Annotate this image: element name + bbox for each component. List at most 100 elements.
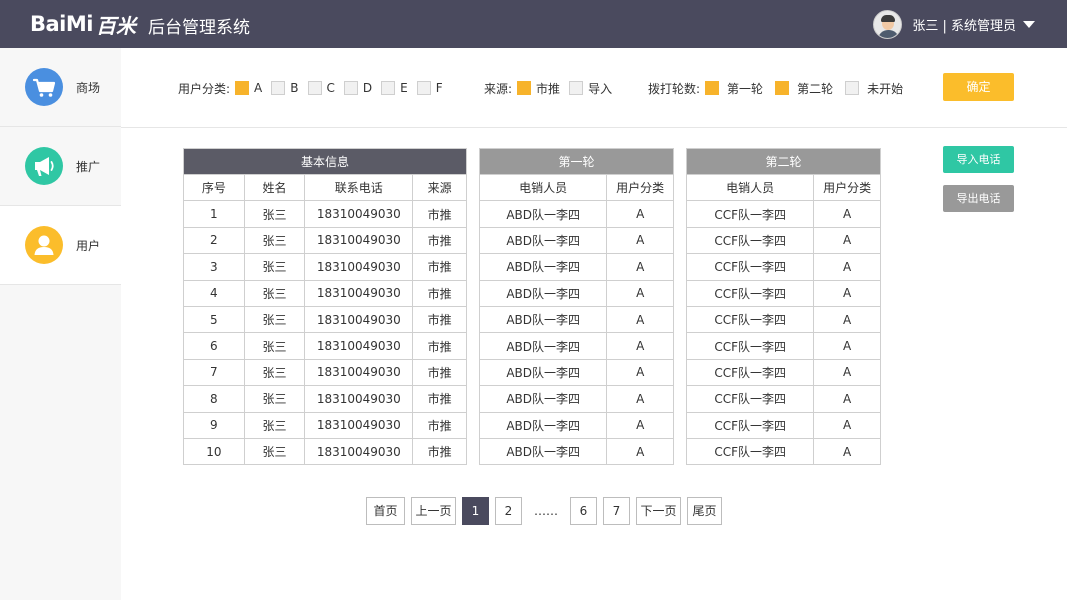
table-row[interactable]: 7 张三 18310049030 市推: [183, 358, 467, 387]
option-label: 第二轮: [797, 81, 834, 96]
category-option-d[interactable]: D: [343, 81, 373, 95]
round-option-second[interactable]: 第二轮: [775, 80, 833, 97]
table-row[interactable]: CCF队一李四 A: [685, 305, 881, 334]
table-cell: A: [606, 226, 674, 255]
table-row[interactable]: 8 张三 18310049030 市推: [183, 385, 467, 413]
next-page-button[interactable]: 下一页: [636, 497, 681, 525]
table-cell: 张三: [243, 305, 306, 334]
checkbox[interactable]: [416, 81, 431, 95]
table-row[interactable]: ABD队一李四 A: [478, 358, 674, 387]
table-row[interactable]: 6 张三 18310049030 市推: [183, 332, 467, 360]
user-menu[interactable]: 张三 | 系统管理员: [873, 9, 1035, 39]
table-cell: 1: [183, 200, 245, 228]
table-cell: 市推: [412, 358, 467, 387]
table-title: 第二轮: [686, 148, 881, 175]
table-cell: ABD队一李四: [478, 332, 608, 360]
checkbox[interactable]: [775, 81, 790, 95]
table-row[interactable]: ABD队一李四 A: [478, 279, 674, 307]
sidebar-item-mall[interactable]: 商场: [0, 48, 121, 127]
first-page-button[interactable]: 首页: [366, 497, 405, 525]
table-row[interactable]: CCF队一李四 A: [685, 200, 881, 228]
category-option-c[interactable]: C: [307, 81, 335, 95]
table-cell: 市推: [412, 385, 467, 413]
table-cell: 市推: [412, 253, 467, 281]
table-cell: 张三: [243, 253, 306, 281]
table-cell: 18310049030: [304, 253, 414, 281]
checkbox[interactable]: [845, 81, 860, 95]
checkbox[interactable]: [235, 81, 250, 95]
checkbox[interactable]: [271, 81, 286, 95]
table-row[interactable]: ABD队一李四 A: [478, 226, 674, 255]
table-row[interactable]: ABD队一李四 A: [478, 332, 674, 360]
table-row[interactable]: ABD队一李四 A: [478, 385, 674, 413]
category-option-e[interactable]: E: [381, 81, 408, 95]
page-button[interactable]: 6: [570, 497, 597, 525]
table-cell: A: [813, 226, 881, 255]
filter-label: 用户分类:: [178, 81, 231, 96]
source-option-city[interactable]: 市推: [517, 80, 560, 97]
table-row[interactable]: CCF队一李四 A: [685, 437, 881, 466]
brand-logo[interactable]: BaiMi 百米: [30, 11, 136, 38]
checkbox[interactable]: [517, 81, 532, 95]
table-row[interactable]: ABD队一李四 A: [478, 305, 674, 334]
table-row[interactable]: CCF队一李四 A: [685, 226, 881, 255]
table-cell: A: [606, 385, 674, 413]
table-cell: A: [813, 358, 881, 387]
category-option-a[interactable]: A: [235, 81, 262, 95]
checkbox[interactable]: [705, 81, 720, 95]
table-cell: CCF队一李四: [685, 226, 815, 255]
option-label: D: [362, 81, 373, 95]
table-cell: CCF队一李四: [685, 253, 815, 281]
table-row[interactable]: CCF队一李四 A: [685, 279, 881, 307]
round-option-not-started[interactable]: 未开始: [845, 80, 903, 97]
page-button[interactable]: 7: [603, 497, 630, 525]
table-cell: 张三: [243, 226, 306, 255]
page-button-current[interactable]: 1: [462, 497, 489, 525]
option-label: 导入: [588, 81, 613, 96]
last-page-button[interactable]: 尾页: [687, 497, 722, 525]
table-row[interactable]: ABD队一李四 A: [478, 437, 674, 466]
table-cell: A: [813, 253, 881, 281]
source-option-import[interactable]: 导入: [569, 80, 612, 97]
table-row[interactable]: CCF队一李四 A: [685, 253, 881, 281]
page-button[interactable]: 2: [495, 497, 522, 525]
category-option-b[interactable]: B: [271, 81, 299, 95]
table-row[interactable]: 9 张三 18310049030 市推: [183, 411, 467, 439]
export-phone-button[interactable]: 导出电话: [943, 185, 1014, 212]
checkbox[interactable]: [569, 81, 584, 95]
table-row[interactable]: 3 张三 18310049030 市推: [183, 253, 467, 281]
table-row[interactable]: 10 张三 18310049030 市推: [183, 437, 467, 466]
avatar[interactable]: [873, 9, 903, 39]
column-header: 联系电话: [304, 173, 414, 202]
checkbox[interactable]: [381, 81, 396, 95]
table-row[interactable]: CCF队一李四 A: [685, 358, 881, 387]
basic-info-table: 基本信息 序号 姓名 联系电话 来源 1 张三 18310049030 市推 2 张三 183100…: [183, 148, 467, 466]
table-row[interactable]: 5 张三 18310049030 市推: [183, 305, 467, 334]
user-name-label[interactable]: 张三 | 系统管理员: [912, 15, 1016, 34]
table-row[interactable]: CCF队一李四 A: [685, 411, 881, 439]
checkbox[interactable]: [343, 81, 358, 95]
import-phone-button[interactable]: 导入电话: [943, 146, 1014, 173]
table-cell: A: [813, 279, 881, 307]
table-row[interactable]: 4 张三 18310049030 市推: [183, 279, 467, 307]
table-row[interactable]: 2 张三 18310049030 市推: [183, 226, 467, 255]
round-option-first[interactable]: 第一轮: [705, 80, 763, 97]
filter-label: 来源:: [484, 81, 513, 96]
prev-page-button[interactable]: 上一页: [411, 497, 456, 525]
sidebar-item-user[interactable]: 用户: [0, 206, 121, 285]
confirm-button[interactable]: 确定: [943, 73, 1014, 101]
sidebar-item-promotion[interactable]: 推广: [0, 127, 121, 206]
table-row[interactable]: ABD队一李四 A: [478, 200, 674, 228]
table-row[interactable]: 1 张三 18310049030 市推: [183, 200, 467, 228]
table-cell: ABD队一李四: [478, 305, 608, 334]
table-row[interactable]: CCF队一李四 A: [685, 332, 881, 360]
table-cell: ABD队一李四: [478, 358, 608, 387]
table-row[interactable]: ABD队一李四 A: [478, 253, 674, 281]
table-cell: A: [606, 437, 674, 466]
category-option-f[interactable]: F: [416, 81, 443, 95]
table-cell: 18310049030: [304, 411, 414, 439]
table-row[interactable]: CCF队一李四 A: [685, 385, 881, 413]
checkbox[interactable]: [307, 81, 322, 95]
chevron-down-icon[interactable]: [1023, 20, 1035, 28]
table-row[interactable]: ABD队一李四 A: [478, 411, 674, 439]
